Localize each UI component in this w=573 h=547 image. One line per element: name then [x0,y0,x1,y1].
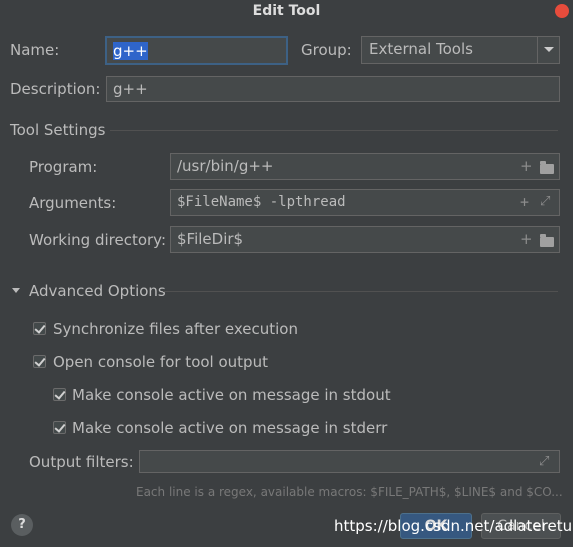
sync-files-checkbox[interactable] [33,322,46,335]
group-value: External Tools [369,40,473,58]
advanced-separator [163,291,558,292]
advanced-options-header[interactable]: Advanced Options [29,282,166,300]
name-label: Name: [10,41,60,59]
description-label: Description: [10,80,101,98]
folder-icon[interactable] [540,161,554,174]
expand-icon[interactable]: ⤢ [540,194,550,209]
tool-settings-header: Tool Settings [10,121,106,139]
arguments-input[interactable]: $FileName$ -lpthread + ⤢ [170,189,560,216]
open-console-checkbox[interactable] [33,355,46,368]
console-stderr-label[interactable]: Make console active on message in stderr [72,419,387,437]
output-filters-label: Output filters: [29,453,134,471]
group-select[interactable]: External Tools [361,36,560,64]
chevron-down-icon[interactable] [537,37,559,63]
name-value: g++ [113,42,148,60]
working-directory-label: Working directory: [29,231,167,249]
plus-icon[interactable]: + [520,232,533,247]
title-bar: Edit Tool [0,0,573,23]
description-input[interactable]: g++ [106,76,560,102]
collapse-triangle-icon[interactable] [12,288,20,293]
help-button[interactable]: ? [11,514,33,536]
sync-files-label[interactable]: Synchronize files after execution [53,320,298,338]
console-stderr-checkbox[interactable] [53,421,66,434]
output-filters-input[interactable]: ⤢ [139,450,560,473]
program-input[interactable]: /usr/bin/g++ + [170,153,560,180]
folder-icon[interactable] [540,234,554,247]
dialog-title: Edit Tool [252,3,321,19]
program-label: Program: [29,158,98,176]
plus-icon[interactable]: + [520,159,533,174]
tool-settings-separator [110,130,558,131]
plus-icon[interactable]: + [520,195,529,210]
group-label: Group: [301,41,352,59]
arguments-value: $FileName$ -lpthread [177,194,346,210]
open-console-label[interactable]: Open console for tool output [53,353,268,371]
name-input[interactable]: g++ [105,36,288,65]
working-directory-input[interactable]: $FileDir$ + [170,226,560,253]
close-icon[interactable] [555,4,569,18]
program-value: /usr/bin/g++ [177,157,274,175]
arguments-label: Arguments: [29,194,117,212]
console-stdout-checkbox[interactable] [53,388,66,401]
expand-icon[interactable]: ⤢ [539,454,549,469]
working-directory-value: $FileDir$ [177,230,244,248]
watermark-text: https://blog.csdn.net/adlatereturn [334,517,573,535]
output-filters-hint: Each line is a regex, available macros: … [136,485,563,499]
console-stdout-label[interactable]: Make console active on message in stdout [72,386,391,404]
